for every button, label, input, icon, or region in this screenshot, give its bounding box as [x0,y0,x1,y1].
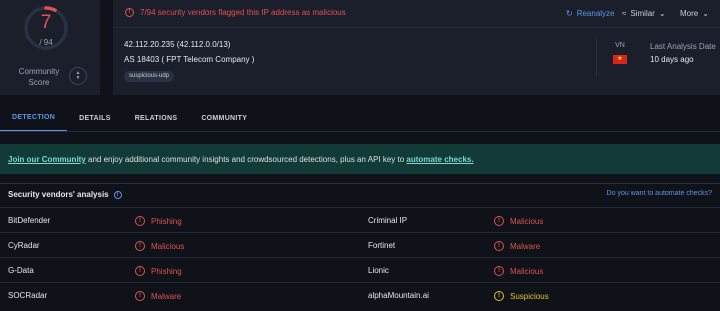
table-row: BitDefender ! Phishing Criminal IP ! Mal… [0,207,720,232]
automate-checks-question[interactable]: Do you want to automate checks? [607,190,712,197]
vendor-result: ! Phishing [135,266,182,276]
alert-icon: ! [135,266,145,276]
detection-count: 7 [40,12,52,33]
table-row: SOCRadar ! Malware alphaMountain.ai ! Su… [0,282,720,307]
divider [596,38,597,76]
tab-details[interactable]: DETAILS [67,104,123,132]
detection-total: / 94 [39,38,53,47]
alert-icon: ! [135,241,145,251]
alert-icon: ! [494,216,504,226]
community-vote-button[interactable]: ▲ ▼ [69,67,87,85]
banner-text: and enjoy additional community insights … [85,154,407,164]
tab-detection[interactable]: DETECTION [0,104,68,132]
chevron-down-icon: ⌄ [702,9,709,18]
alert-icon: ! [494,241,504,251]
tag-chip[interactable]: suspicious-udp [124,71,175,82]
vendor-name: SOCRadar [8,291,48,300]
tab-community[interactable]: COMMUNITY [189,104,259,132]
alert-icon: ! [494,266,504,276]
table-row: CyRadar ! Malicious Fortinet ! Malware [0,232,720,257]
flag-alert: ! 7/94 security vendors flagged this IP … [125,8,346,17]
automate-checks-link[interactable]: automate checks. [406,155,473,164]
warning-icon: ! [494,291,504,301]
chevron-down-icon: ⌄ [658,9,666,18]
vendor-name: CyRadar [8,241,40,250]
alert-icon: ! [125,8,134,17]
country-code: VN [615,42,625,49]
vendor-name: Fortinet [368,241,396,250]
flag-message: 7/94 security vendors flagged this IP ad… [140,8,346,17]
community-score-label: Community Score [18,67,60,87]
vendor-result: ! Malicious [135,241,184,251]
community-banner: Join our Community and enjoy additional … [0,144,720,174]
tab-divider [0,131,720,132]
refresh-icon: ↻ [566,9,573,18]
reanalyze-button[interactable]: ↻ Reanalyze [566,9,615,18]
more-button[interactable]: More ⌄ [680,9,709,18]
tab-bar: DETECTION DETAILS RELATIONS COMMUNITY [0,104,720,132]
table-row: G-Data ! Phishing Lionic ! Malicious [0,257,720,282]
chevron-down-icon: ▼ [75,75,81,81]
vendor-result: ! Malicious [494,216,543,226]
vendor-name: alphaMountain.ai [368,291,429,300]
alert-icon: ! [135,291,145,301]
info-icon[interactable]: i [113,190,122,199]
tab-relations[interactable]: RELATIONS [123,104,190,132]
join-community-link[interactable]: Join our Community [8,155,86,164]
last-analysis-value: 10 days ago [650,55,694,64]
vendor-name: Lionic [368,266,389,275]
alert-icon: ! [135,216,145,226]
vendor-result: ! Malicious [494,266,543,276]
vendor-result: ! Phishing [135,216,182,226]
vendor-result: ! Malware [135,291,181,301]
vendor-name: G-Data [8,266,34,275]
vendor-name: Criminal IP [368,216,408,225]
vendor-name: BitDefender [8,216,51,225]
vietnam-flag-icon: ★ [613,55,627,64]
ip-address[interactable]: 42.112.20.235 (42.112.0.0/13) [124,40,230,49]
as-owner[interactable]: AS 18403 ( FPT Telecom Company ) [124,55,254,64]
similar-icon: ≈ [622,9,627,18]
last-analysis-label: Last Analysis Date [650,42,716,51]
vendors-title: Security vendors' analysis i [8,190,122,199]
vendor-result: ! Malware [494,241,540,251]
vendor-result: ! Suspicious [494,291,549,301]
similar-button[interactable]: ≈ Similar ⌄ [622,9,666,18]
